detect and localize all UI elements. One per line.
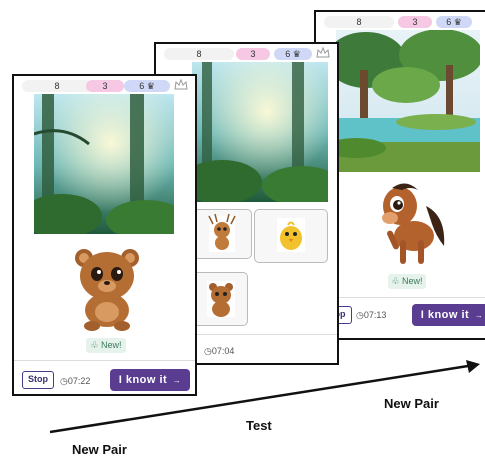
timer-display: ◷07:04: [204, 344, 234, 358]
answer-option-deer[interactable]: [192, 209, 252, 259]
caption-new-pair-left: New Pair: [72, 442, 127, 457]
crown-small-icon: ♛: [146, 81, 155, 91]
word-count-badge: 8: [22, 80, 92, 92]
caption-test: Test: [246, 418, 272, 433]
sprout-icon: ♧: [90, 340, 99, 350]
timer-display: ◷07:22: [60, 374, 90, 388]
jungle-scene-image: [192, 62, 328, 202]
level-badge: 6 ♛: [124, 80, 170, 92]
pink-count-badge: 3: [86, 80, 124, 92]
clock-icon: ◷: [204, 346, 212, 356]
i-know-it-label: I know it: [420, 309, 470, 321]
timer-value: 07:04: [211, 346, 235, 356]
lake-scene-image: [336, 30, 480, 172]
new-badge-label: New!: [402, 276, 423, 286]
level-value: 6: [285, 49, 291, 59]
caption-new-pair-right: New Pair: [384, 396, 439, 411]
hud-bar: 8 3 6 ♛: [156, 44, 337, 64]
timer-display: ◷07:13: [356, 308, 386, 322]
hud-bar: 8 3 6 ♛: [14, 76, 195, 96]
hud-bar: 8 3 6 ♛: [316, 12, 485, 32]
level-value: 6: [446, 17, 452, 27]
screen-new-pair-2: 8 3 6 ♛ ♧ New! op ◷07:13 I know it →: [314, 10, 485, 340]
footer-divider: [316, 297, 485, 298]
crown-small-icon: ♛: [292, 49, 301, 59]
level-value: 6: [139, 81, 145, 91]
word-count-badge: 8: [164, 48, 234, 60]
level-badge: 6 ♛: [274, 48, 312, 60]
new-badge: ♧ New!: [86, 338, 126, 353]
i-know-it-button[interactable]: I know it →: [110, 369, 190, 391]
pink-count-badge: 3: [236, 48, 270, 60]
footer-divider: [14, 360, 195, 361]
answer-option-chick[interactable]: [254, 209, 328, 263]
word-count-badge: 8: [324, 16, 394, 28]
crown-icon: [316, 46, 330, 58]
timer-value: 07:13: [363, 310, 387, 320]
jungle-scene-image: [34, 94, 174, 234]
new-badge-label: New!: [101, 340, 122, 350]
crown-small-icon: ♛: [453, 17, 462, 27]
new-badge: ♧ New!: [388, 274, 426, 289]
i-know-it-label: I know it: [118, 374, 168, 386]
sprout-icon: ♧: [391, 276, 400, 286]
clock-icon: ◷: [60, 376, 68, 386]
level-badge: 6 ♛: [436, 16, 472, 28]
crown-icon: [174, 78, 188, 90]
stop-button[interactable]: Stop: [22, 371, 54, 389]
screen-new-pair-1: 8 3 6 ♛ ♧ New! Stop ◷07:22 I know it →: [12, 74, 197, 396]
arrow-right-icon: →: [172, 376, 182, 385]
pink-count-badge: 3: [398, 16, 432, 28]
arrow-right-icon: →: [474, 311, 484, 320]
bear-image: [62, 240, 152, 332]
timer-value: 07:22: [67, 376, 91, 386]
clock-icon: ◷: [356, 310, 364, 320]
pony-image: [366, 176, 456, 268]
i-know-it-button[interactable]: I know it →: [412, 304, 485, 326]
answer-option-bear[interactable]: [192, 272, 248, 326]
